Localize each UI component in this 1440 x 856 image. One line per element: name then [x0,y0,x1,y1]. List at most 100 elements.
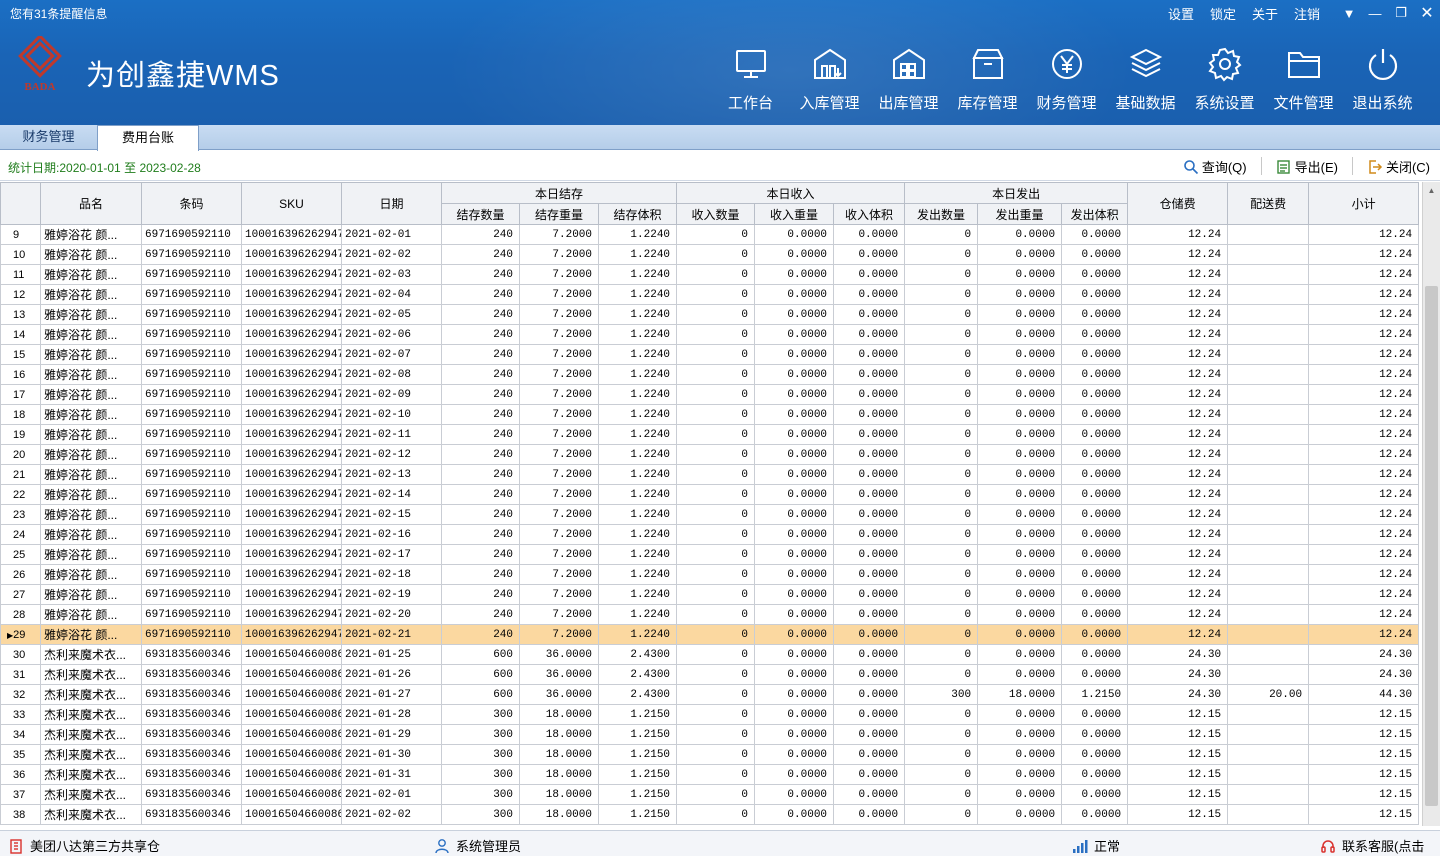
cell-date[interactable]: 2021-02-07 [341,344,442,365]
cell-in-weight[interactable]: 0.0000 [754,264,835,285]
cell-delivery-fee[interactable] [1227,744,1310,765]
cell-subtotal[interactable]: 12.24 [1308,544,1420,565]
cell-in-qty[interactable]: 0 [676,744,756,765]
cell-barcode[interactable]: 6971690592110 [141,464,242,485]
cell-in-weight[interactable]: 0.0000 [754,564,835,585]
cell-in-weight[interactable]: 0.0000 [754,464,835,485]
cell-out-volume[interactable]: 0.0000 [1061,324,1129,345]
cell-in-volume[interactable]: 0.0000 [833,644,906,665]
cell-date[interactable]: 2021-02-15 [341,504,442,525]
table-row[interactable]: 26 雅婷浴花 颜... 6971690592110 100016396262947 2… [0,564,1420,585]
cell-name[interactable]: 杰利来魔术衣... [40,764,142,785]
cell-name[interactable]: 杰利来魔术衣... [40,664,142,685]
cell-stock-volume[interactable]: 1.2240 [597,584,678,605]
cell-date[interactable]: 2021-02-14 [341,484,442,505]
cell-out-qty[interactable]: 0 [904,324,979,345]
cell-sku[interactable]: 100016396262947 [241,544,342,565]
cell-stock-qty[interactable]: 300 [441,764,520,785]
cell-barcode[interactable]: 6971690592110 [141,264,242,285]
cell-subtotal[interactable]: 12.24 [1308,584,1420,605]
cell-stock-weight[interactable]: 7.2000 [519,504,599,525]
cell-out-volume[interactable]: 0.0000 [1061,644,1129,665]
cell-name[interactable]: 雅婷浴花 颜... [40,624,142,645]
cell-stock-volume[interactable]: 1.2240 [597,504,678,525]
cell-name[interactable]: 雅婷浴花 颜... [40,244,142,265]
cell-in-qty[interactable]: 0 [676,364,756,385]
cell-stock-volume[interactable]: 1.2240 [597,624,678,645]
cell-out-volume[interactable]: 0.0000 [1061,744,1129,765]
cell-out-qty[interactable]: 0 [904,664,979,685]
cell-stock-qty[interactable]: 300 [441,724,520,745]
cell-out-qty[interactable]: 0 [904,424,979,445]
cell-storage-fee[interactable]: 12.24 [1127,244,1229,265]
cell-storage-fee[interactable]: 12.24 [1127,584,1229,605]
cell-date[interactable]: 2021-02-04 [341,284,442,305]
cell-stock-weight[interactable]: 7.2000 [519,544,599,565]
cell-out-weight[interactable]: 0.0000 [977,664,1063,685]
cell-in-weight[interactable]: 0.0000 [754,784,835,805]
cell-stock-weight[interactable]: 7.2000 [519,464,599,485]
cell-out-qty[interactable]: 0 [904,284,979,305]
cell-stock-weight[interactable]: 7.2000 [519,424,599,445]
cell-name[interactable]: 杰利来魔术衣... [40,804,142,825]
col-header-in-weight[interactable]: 收入重量 [754,203,835,225]
cell-storage-fee[interactable]: 24.30 [1127,684,1229,705]
cell-stock-qty[interactable]: 240 [441,284,520,305]
cell-stock-qty[interactable]: 300 [441,804,520,825]
vertical-scrollbar[interactable]: ▲ [1422,182,1440,826]
cell-in-volume[interactable]: 0.0000 [833,384,906,405]
cell-sku[interactable]: 100016396262947 [241,444,342,465]
cell-subtotal[interactable]: 12.24 [1308,504,1420,525]
cell-out-volume[interactable]: 0.0000 [1061,484,1129,505]
cell-in-volume[interactable]: 0.0000 [833,664,906,685]
cell-out-volume[interactable]: 0.0000 [1061,704,1129,725]
cell-in-volume[interactable]: 0.0000 [833,544,906,565]
cell-in-weight[interactable]: 0.0000 [754,244,835,265]
cell-stock-volume[interactable]: 1.2240 [597,424,678,445]
cell-sku[interactable]: 100016396262947 [241,624,342,645]
cell-out-volume[interactable]: 0.0000 [1061,244,1129,265]
tab-fee-ledger[interactable]: 费用台账 [97,125,199,151]
cell-stock-weight[interactable]: 18.0000 [519,704,599,725]
cell-barcode[interactable]: 6931835600346 [141,704,242,725]
cell-stock-volume[interactable]: 1.2240 [597,444,678,465]
cell-subtotal[interactable]: 12.24 [1308,404,1420,425]
cell-delivery-fee[interactable] [1227,404,1310,425]
cell-out-qty[interactable]: 0 [904,764,979,785]
cell-subtotal[interactable]: 12.24 [1308,224,1420,245]
cell-date[interactable]: 2021-01-29 [341,724,442,745]
cell-sku[interactable]: 100016504660086 [241,764,342,785]
table-row[interactable]: 34 杰利来魔术衣... 6931835600346 100016504660086 2… [0,724,1420,745]
cell-name[interactable]: 杰利来魔术衣... [40,724,142,745]
cell-out-volume[interactable]: 0.0000 [1061,764,1129,785]
cell-stock-volume[interactable]: 1.2240 [597,344,678,365]
cell-stock-weight[interactable]: 7.2000 [519,224,599,245]
cell-stock-weight[interactable]: 7.2000 [519,624,599,645]
cell-out-weight[interactable]: 0.0000 [977,764,1063,785]
cell-out-qty[interactable]: 0 [904,604,979,625]
cell-storage-fee[interactable]: 12.24 [1127,264,1229,285]
cell-delivery-fee[interactable] [1227,364,1310,385]
cell-barcode[interactable]: 6971690592110 [141,244,242,265]
cell-out-volume[interactable]: 0.0000 [1061,544,1129,565]
cell-out-qty[interactable]: 0 [904,444,979,465]
cell-subtotal[interactable]: 12.24 [1308,464,1420,485]
table-row[interactable]: 38 杰利来魔术衣... 6931835600346 100016504660086 2… [0,804,1420,825]
cell-in-qty[interactable]: 0 [676,684,756,705]
cell-out-weight[interactable]: 0.0000 [977,644,1063,665]
cell-in-qty[interactable]: 0 [676,424,756,445]
cell-stock-volume[interactable]: 1.2150 [597,724,678,745]
cell-barcode[interactable]: 6971690592110 [141,444,242,465]
cell-stock-qty[interactable]: 240 [441,324,520,345]
cell-in-volume[interactable]: 0.0000 [833,484,906,505]
cell-stock-qty[interactable]: 300 [441,784,520,805]
cell-out-volume[interactable]: 0.0000 [1061,784,1129,805]
cell-storage-fee[interactable]: 12.24 [1127,344,1229,365]
cell-stock-weight[interactable]: 36.0000 [519,684,599,705]
table-row[interactable]: 27 雅婷浴花 颜... 6971690592110 100016396262947 2… [0,584,1420,605]
cell-in-weight[interactable]: 0.0000 [754,664,835,685]
col-header-delivery-fee[interactable]: 配送费 [1227,182,1310,225]
col-header-stock-volume[interactable]: 结存体积 [597,203,678,225]
cell-out-volume[interactable]: 0.0000 [1061,224,1129,245]
cell-out-volume[interactable]: 0.0000 [1061,404,1129,425]
